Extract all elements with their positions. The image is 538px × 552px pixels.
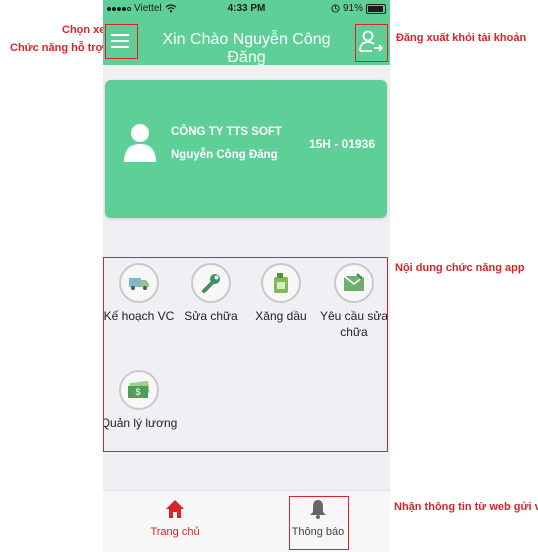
tab-label: Trang chủ bbox=[150, 526, 200, 538]
annotation-chuc-nang-ho-tro: Chức năng hỗ trợ bbox=[10, 42, 104, 54]
avatar bbox=[124, 124, 156, 162]
battery-percent: 91% bbox=[342, 3, 363, 14]
location-icon bbox=[331, 4, 340, 13]
highlight-notification-tab bbox=[289, 496, 349, 550]
annotation-noi-dung: Nội dung chức năng app bbox=[395, 262, 525, 274]
annotation-dang-xuat: Đăng xuất khỏi tài khoản bbox=[396, 32, 527, 44]
vehicle-card[interactable]: CÔNG TY TTS SOFT Nguyễn Công Đăng 15H - … bbox=[105, 80, 387, 218]
home-icon bbox=[166, 500, 184, 518]
header-title: Xin Chào Nguyễn Công Đăng bbox=[162, 31, 331, 66]
app-header: Xin Chào Nguyễn Công Đăng bbox=[103, 17, 390, 66]
license-plate: 15H - 01936 bbox=[308, 137, 375, 151]
driver-name: Nguyễn Công Đăng bbox=[171, 149, 278, 161]
company-name: CÔNG TY TTS SOFT bbox=[171, 126, 282, 138]
battery-icon bbox=[366, 3, 386, 14]
battery-info: 91% bbox=[331, 3, 386, 14]
tab-trang-chu[interactable]: Trang chủ bbox=[125, 499, 225, 538]
annotation-chon-xe: Chọn xe bbox=[62, 24, 106, 36]
annotation-nhan-thong-tin: Nhận thông tin từ web gửi về bbox=[394, 501, 538, 513]
status-bar: Viettel 4:33 PM 91% bbox=[103, 0, 390, 17]
highlight-menu-button bbox=[105, 24, 138, 59]
highlight-logout-button bbox=[355, 24, 388, 62]
highlight-function-area bbox=[103, 257, 388, 452]
